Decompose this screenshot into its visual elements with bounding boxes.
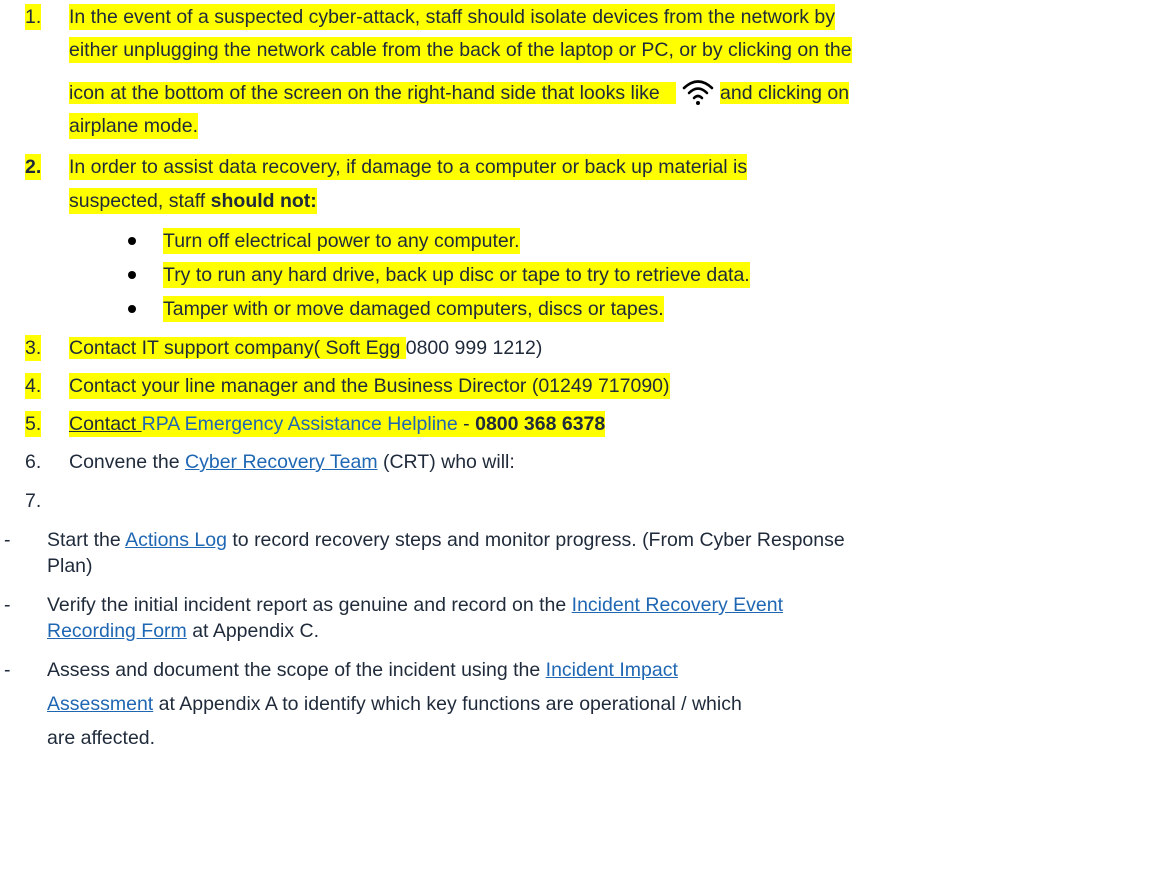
dash-marker-2: -	[4, 594, 11, 616]
dash-item-1-post: to record recovery steps and monitor pro…	[226, 529, 845, 551]
item-1-line-2: either unplugging the network cable from…	[69, 37, 852, 63]
dash-item-2-line-2: Recording Form at Appendix C.	[47, 618, 319, 644]
rpa-helpline-phone: 0800 368 6378	[475, 413, 606, 435]
dash-marker-1: -	[4, 529, 11, 551]
item-1-line-3-pre: icon at the bottom of the screen on the …	[69, 82, 660, 104]
item-5-contact-label: Contact	[69, 413, 142, 435]
dash-item-2-pre: Verify the initial incident report as ge…	[47, 594, 572, 616]
dash-item-3-pre: Assess and document the scope of the inc…	[47, 659, 546, 681]
item-6-number: 6.	[25, 451, 42, 473]
item-7-number: 7.	[25, 490, 42, 512]
item-5-separator: -	[457, 413, 476, 435]
dash-item-2-post: at Appendix C.	[186, 620, 320, 642]
bullet-item-2: Try to run any hard drive, back up disc …	[163, 262, 750, 288]
item-3-phone: 0800 999 1212)	[405, 337, 543, 359]
item-1-line-1: In the event of a suspected cyber-attack…	[69, 4, 835, 30]
dash-item-3-line-2: Assessment at Appendix A to identify whi…	[47, 691, 742, 717]
item-6-pre: Convene the	[69, 451, 186, 473]
dash-item-2-line-1: Verify the initial incident report as ge…	[47, 592, 783, 618]
dash-marker-3: -	[4, 659, 11, 681]
bullet-item-1: Turn off electrical power to any compute…	[163, 228, 520, 254]
bullet-2-dot	[128, 271, 136, 279]
item-4-line: Contact your line manager and the Busine…	[69, 373, 670, 399]
dash-item-1-line-1: Start the Actions Log to record recovery…	[47, 527, 845, 553]
item-1-line-3-post: and clicking on	[720, 82, 850, 104]
dash-item-3-line-3: are affected.	[47, 727, 156, 749]
item-6-post: (CRT) who will:	[377, 451, 515, 473]
bullet-1-dot	[128, 237, 136, 245]
bullet-3-dot	[128, 305, 136, 313]
item-3-text-highlighted: Contact IT support company( Soft Egg	[69, 337, 406, 359]
item-2-line-2: suspected, staff should not:	[69, 188, 317, 214]
incident-recovery-event-link[interactable]: Incident Recovery Event	[572, 594, 783, 616]
item-6-line: Convene the Cyber Recovery Team (CRT) wh…	[69, 449, 515, 475]
dash-item-3-post: at Appendix A to identify which key func…	[153, 693, 742, 715]
item-2-number: 2.	[25, 154, 42, 180]
wifi-icon	[680, 72, 717, 110]
dash-item-1-pre: Start the	[47, 529, 126, 551]
item-5-line: Contact RPA Emergency Assistance Helplin…	[69, 411, 606, 437]
cyber-recovery-team-link[interactable]: Cyber Recovery Team	[185, 451, 378, 473]
incident-impact-link[interactable]: Incident Impact	[546, 659, 678, 681]
dash-item-3-line-1: Assess and document the scope of the inc…	[47, 657, 678, 683]
item-3-number: 3.	[25, 335, 42, 361]
assessment-link[interactable]: Assessment	[47, 693, 153, 715]
actions-log-link[interactable]: Actions Log	[125, 529, 227, 551]
should-not-emphasis: should not:	[210, 190, 317, 212]
item-2-line-1: In order to assist data recovery, if dam…	[69, 154, 748, 180]
item-3-line: Contact IT support company( Soft Egg 080…	[69, 335, 542, 361]
recording-form-link[interactable]: Recording Form	[47, 620, 187, 642]
rpa-helpline-link[interactable]: RPA Emergency Assistance Helpline	[142, 413, 458, 435]
item-2-line-2-pre: suspected, staff	[69, 190, 211, 212]
dash-item-1-line-2: Plan)	[47, 555, 93, 577]
item-5-number: 5.	[25, 411, 42, 437]
item-1-line-4: airplane mode.	[69, 113, 198, 139]
item-4-number: 4.	[25, 373, 42, 399]
item-1-number: 1.	[25, 4, 42, 30]
bullet-item-3: Tamper with or move damaged computers, d…	[163, 296, 664, 322]
